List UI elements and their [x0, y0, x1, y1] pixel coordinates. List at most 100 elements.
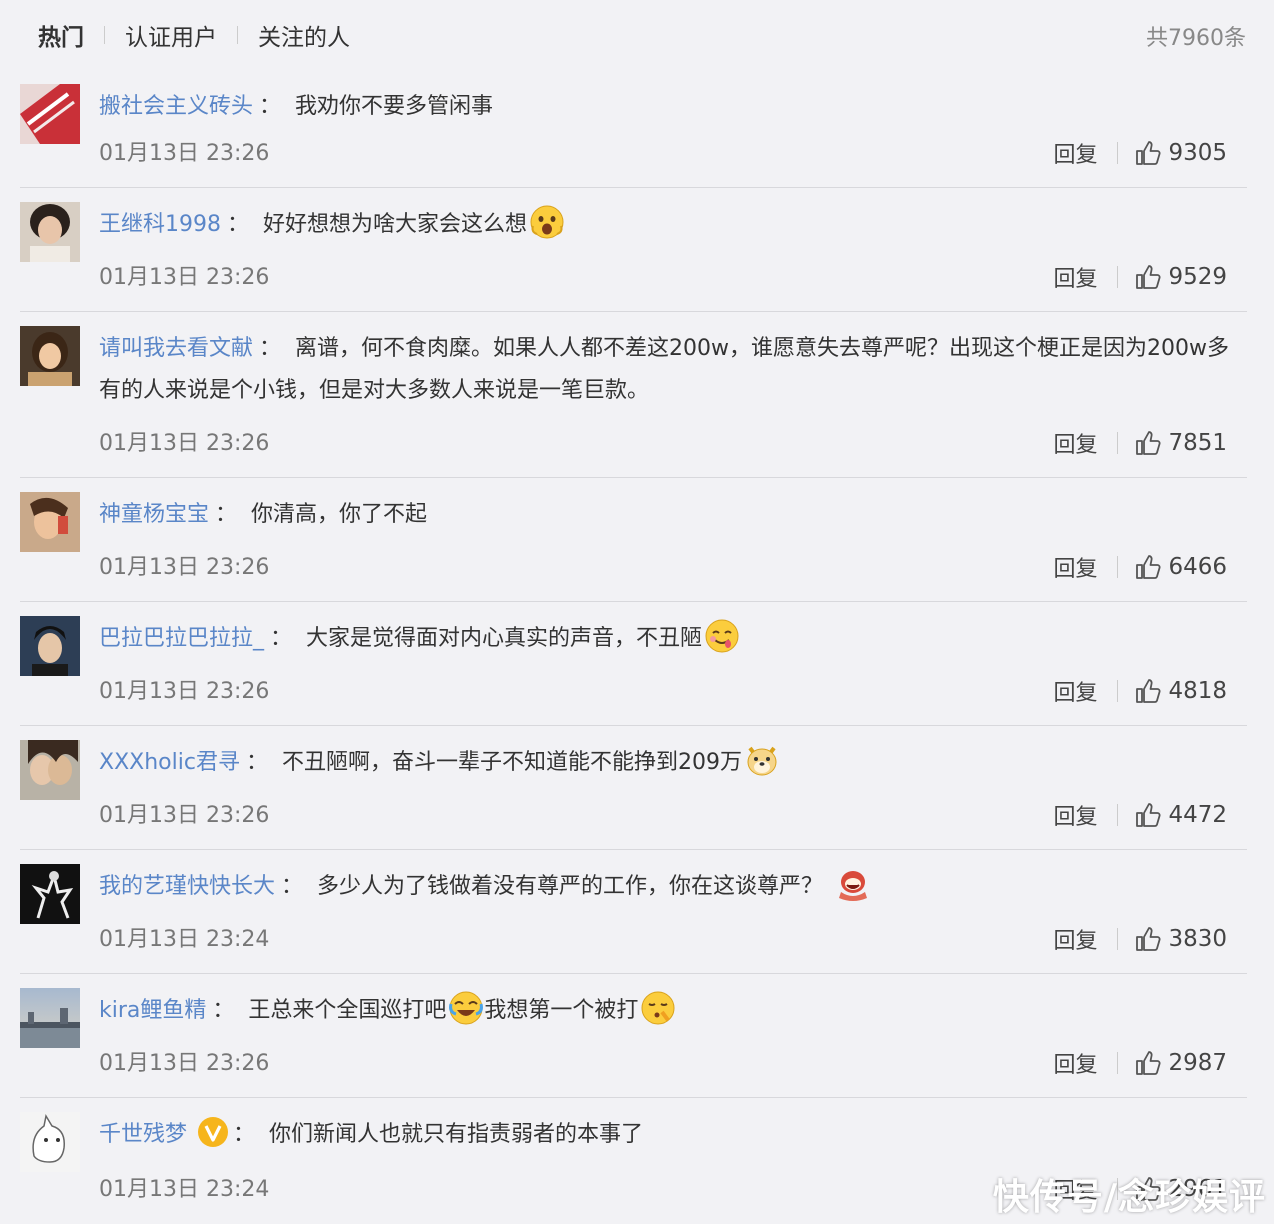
- laugh-cry-red-emoji-icon: [835, 866, 871, 902]
- reply-button[interactable]: 回复: [1053, 799, 1097, 831]
- like-count: 3830: [1168, 926, 1227, 952]
- avatar[interactable]: [20, 740, 80, 800]
- scream-emoji-icon: [529, 204, 565, 240]
- thumbs-up-icon: [1134, 139, 1162, 167]
- like-button[interactable]: 3830: [1134, 925, 1227, 953]
- reply-button[interactable]: 回复: [1053, 923, 1097, 955]
- comment-actions: 回复 6466: [1053, 551, 1227, 583]
- comment-item: 王继科1998： 好好想想为啥大家会这么想 01月13日 23:26 回复 952…: [20, 188, 1247, 312]
- comment-text: 你们新闻人也就只有指责弱者的本事了: [269, 1122, 644, 1147]
- colon: ：: [212, 998, 235, 1023]
- comment-body: kira鲤鱼精： 王总来个全国巡打吧 我想第一个被打: [99, 990, 1247, 1032]
- reply-button[interactable]: 回复: [1053, 427, 1097, 459]
- reply-button[interactable]: 回复: [1053, 1047, 1097, 1079]
- total-count: 共7960条: [1146, 26, 1246, 51]
- comment-username[interactable]: kira鲤鱼精: [99, 998, 206, 1023]
- avatar[interactable]: [20, 326, 80, 386]
- comment-actions: 回复 9529: [1053, 261, 1227, 293]
- like-count: 2987: [1168, 1050, 1227, 1076]
- reply-button[interactable]: 回复: [1053, 261, 1097, 293]
- comment-item: 巴拉巴拉巴拉拉_： 大家是觉得面对内心真实的声音，不丑陋 01月13日 23:26…: [20, 602, 1247, 726]
- avatar[interactable]: [20, 84, 80, 144]
- comment-body: 千世残梦 ： 你们新闻人也就只有指责弱者的本事了: [99, 1114, 1247, 1156]
- comment-time: 01月13日 23:26: [99, 141, 270, 166]
- like-button[interactable]: 9529: [1134, 263, 1227, 291]
- thumbs-up-icon: [1134, 677, 1162, 705]
- rofl-emoji-icon: [448, 990, 484, 1026]
- avatar[interactable]: [20, 864, 80, 924]
- comment-time: 01月13日 23:26: [99, 555, 270, 580]
- colon: ：: [281, 874, 304, 899]
- watermark: 快传号/念珍娱评: [992, 1177, 1266, 1218]
- comment-time: 01月13日 23:26: [99, 265, 270, 290]
- like-button[interactable]: 7851: [1134, 429, 1227, 457]
- like-button[interactable]: 4472: [1134, 801, 1227, 829]
- comment-body: 搬社会主义砖头： 我劝你不要多管闲事: [99, 86, 1247, 128]
- verified-badge-icon: [197, 1116, 229, 1148]
- like-count: 4818: [1168, 678, 1227, 704]
- comment-username[interactable]: 神童杨宝宝: [99, 502, 209, 527]
- action-divider: [1117, 432, 1119, 454]
- comment-text: 我劝你不要多管闲事: [295, 94, 494, 119]
- colon: ：: [259, 94, 282, 119]
- colon: ：: [245, 750, 268, 775]
- thumbs-up-icon: [1134, 429, 1162, 457]
- like-count: 9529: [1168, 264, 1227, 290]
- reply-button[interactable]: 回复: [1053, 137, 1097, 169]
- comment-username[interactable]: 请叫我去看文献: [99, 336, 253, 361]
- reply-button[interactable]: 回复: [1053, 675, 1097, 707]
- comment-username[interactable]: XXXholic君寻: [99, 750, 240, 775]
- comment-actions: 回复 3830: [1053, 923, 1227, 955]
- comment-body: 巴拉巴拉巴拉拉_： 大家是觉得面对内心真实的声音，不丑陋: [99, 618, 1247, 660]
- like-count: 9305: [1168, 140, 1227, 166]
- avatar[interactable]: [20, 616, 80, 676]
- tab-divider: [104, 26, 105, 44]
- comment-time: 01月13日 23:24: [99, 927, 270, 952]
- tab-following[interactable]: 关注的人: [258, 18, 350, 52]
- reply-button[interactable]: 回复: [1053, 551, 1097, 583]
- colon: ：: [215, 502, 238, 527]
- colon: ：: [233, 1122, 256, 1147]
- avatar[interactable]: [20, 492, 80, 552]
- tab-divider: [237, 26, 238, 44]
- comment-username[interactable]: 搬社会主义砖头: [99, 94, 253, 119]
- comment-username[interactable]: 王继科1998: [99, 212, 221, 237]
- comment-tabs: 热门 认证用户 关注的人: [38, 18, 350, 52]
- comment-text: 王总来个全国巡打吧: [248, 998, 447, 1023]
- avatar[interactable]: [20, 988, 80, 1048]
- comment-body: XXXholic君寻： 不丑陋啊，奋斗一辈子不知道能不能挣到209万: [99, 742, 1247, 784]
- comment-text: 好好想想为啥大家会这么想: [263, 212, 528, 237]
- action-divider: [1117, 680, 1119, 702]
- comment-username[interactable]: 千世残梦: [99, 1122, 187, 1147]
- comment-item: XXXholic君寻： 不丑陋啊，奋斗一辈子不知道能不能挣到209万 01月13日…: [20, 726, 1247, 850]
- colon: ：: [259, 336, 282, 361]
- tab-hot[interactable]: 热门: [38, 18, 84, 52]
- yum-emoji-icon: [704, 618, 740, 654]
- comment-time: 01月13日 23:24: [99, 1177, 270, 1202]
- like-count: 4472: [1168, 802, 1227, 828]
- like-button[interactable]: 6466: [1134, 553, 1227, 581]
- comment-username[interactable]: 巴拉巴拉巴拉拉_: [99, 626, 264, 651]
- action-divider: [1117, 142, 1119, 164]
- comment-item: 搬社会主义砖头： 我劝你不要多管闲事 01月13日 23:26 回复 9305: [20, 70, 1247, 188]
- thumbs-up-icon: [1134, 553, 1162, 581]
- comment-item: 神童杨宝宝： 你清高，你了不起 01月13日 23:26 回复 6466: [20, 478, 1247, 602]
- thumbs-up-icon: [1134, 1049, 1162, 1077]
- comment-time: 01月13日 23:26: [99, 431, 270, 456]
- comment-username[interactable]: 我的艺瑾快快长大: [99, 874, 275, 899]
- comment-filter-bar: 热门 认证用户 关注的人 共7960条: [0, 0, 1274, 70]
- like-button[interactable]: 9305: [1134, 139, 1227, 167]
- shy-emoji-icon: [640, 990, 676, 1026]
- thumbs-up-icon: [1134, 263, 1162, 291]
- comment-item: 我的艺瑾快快长大： 多少人为了钱做着没有尊严的工作，你在这谈尊严？ 01月13日 …: [20, 850, 1247, 974]
- tab-verified-users[interactable]: 认证用户: [125, 18, 217, 52]
- comment-text: 多少人为了钱做着没有尊严的工作，你在这谈尊严？: [317, 874, 824, 899]
- like-button[interactable]: 2987: [1134, 1049, 1227, 1077]
- comment-text: 你清高，你了不起: [251, 502, 428, 527]
- like-button[interactable]: 4818: [1134, 677, 1227, 705]
- avatar[interactable]: [20, 1112, 80, 1172]
- action-divider: [1117, 928, 1119, 950]
- thumbs-up-icon: [1134, 801, 1162, 829]
- avatar[interactable]: [20, 202, 80, 262]
- comment-actions: 回复 4472: [1053, 799, 1227, 831]
